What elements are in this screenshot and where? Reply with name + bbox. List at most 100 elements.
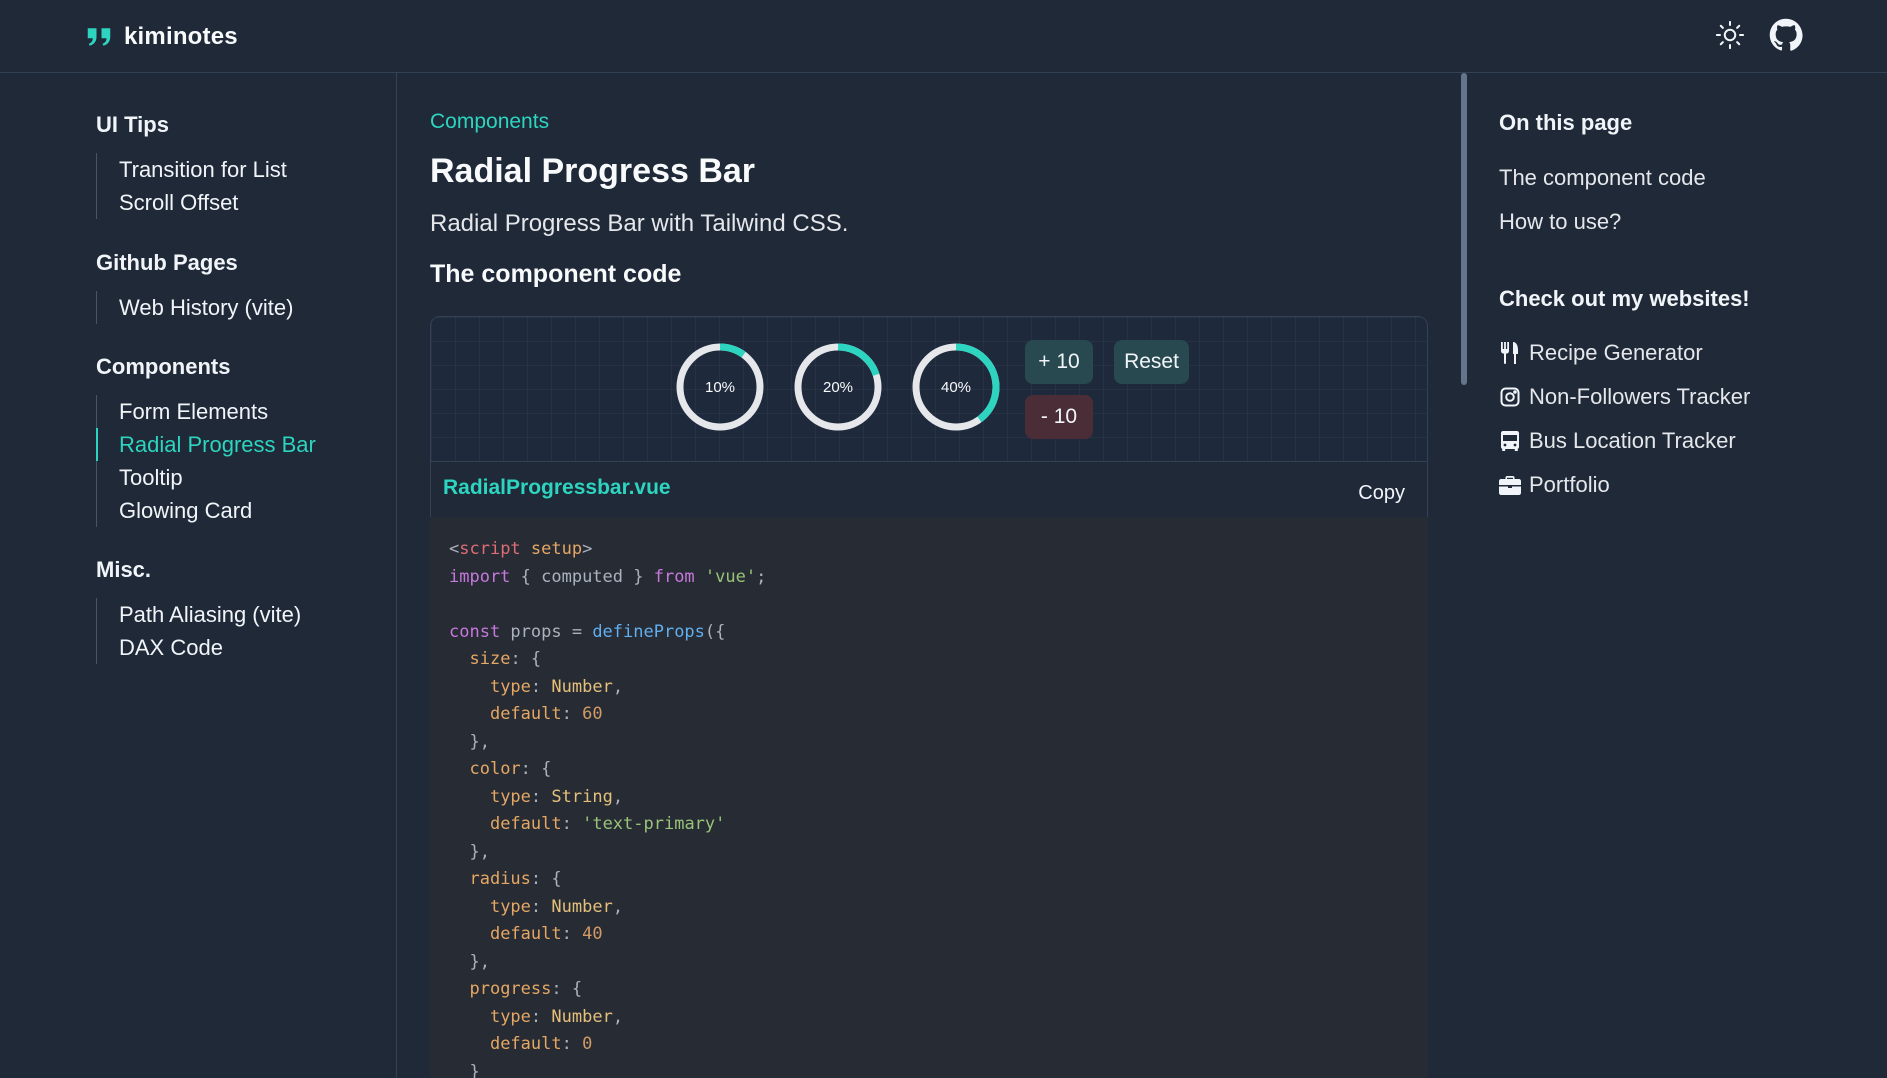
scrollbar-thumb[interactable] — [1461, 73, 1467, 385]
code-token: setup — [530, 539, 583, 559]
sidebar-group-misc: Misc. Path Aliasing (vite) DAX Code — [96, 554, 301, 664]
sidebar-item-glowing-card[interactable]: Glowing Card — [97, 494, 316, 527]
code-line: radius: { — [449, 866, 1409, 894]
code-line: progress: { — [449, 976, 1409, 1004]
github-link[interactable] — [1769, 18, 1803, 57]
code-token: const — [449, 621, 501, 642]
code-line: default: 60 — [449, 701, 1409, 729]
code-token: progress — [469, 979, 552, 999]
code-line: } — [449, 1059, 1409, 1078]
code-token: type — [489, 786, 531, 807]
sidebar-item-transition-for-list[interactable]: Transition for List — [97, 153, 287, 186]
sidebar-item-tooltip[interactable]: Tooltip — [97, 461, 316, 494]
bus-icon — [1499, 430, 1521, 452]
code-line: import { computed } from 'vue'; — [449, 564, 1409, 592]
code-line: default: 0 — [449, 1031, 1409, 1059]
code-token: : { — [530, 869, 562, 889]
code-token: : { — [510, 649, 542, 669]
ring-label: 10% — [704, 378, 736, 396]
code-file-header: RadialProgressbar.vue Copy — [430, 461, 1428, 517]
github-icon — [1769, 18, 1803, 57]
code-file-name: RadialProgressbar.vue — [443, 476, 671, 499]
copy-code-button[interactable]: Copy — [1358, 482, 1405, 505]
sidebar-item-path-aliasing[interactable]: Path Aliasing (vite) — [97, 598, 301, 631]
code-token: ; — [756, 566, 767, 587]
code-token: default — [489, 814, 562, 834]
code-token: , — [612, 1006, 624, 1027]
reset-progress-button[interactable]: Reset — [1114, 340, 1189, 384]
code-token: import — [449, 566, 511, 587]
radial-progress-ring: 10% — [675, 342, 765, 432]
sidebar-item-scroll-offset[interactable]: Scroll Offset — [97, 186, 287, 219]
code-token: : { — [520, 759, 552, 779]
code-token: : — [561, 924, 583, 944]
code-line: type: Number, — [449, 1004, 1409, 1032]
code-token: default — [489, 704, 562, 724]
code-line: type: String, — [449, 784, 1409, 812]
section-heading: The component code — [430, 260, 682, 288]
demo-preview: 10% 20% 40% + 10 Reset - 10 — [430, 316, 1428, 461]
code-token: Number — [551, 896, 613, 917]
code-token: < — [449, 539, 460, 559]
decrease-progress-button[interactable]: - 10 — [1025, 395, 1093, 439]
code-line: size: { — [449, 646, 1409, 674]
increase-progress-button[interactable]: + 10 — [1025, 340, 1093, 384]
site-link-non-followers-tracker[interactable]: Non-Followers Tracker — [1499, 384, 1750, 410]
code-block[interactable]: <script setup> import { computed } from '… — [430, 517, 1428, 1078]
code-token: Number — [551, 1006, 613, 1027]
breadcrumb[interactable]: Components — [430, 110, 549, 134]
code-token: , — [612, 786, 624, 807]
sidebar-item-form-elements[interactable]: Form Elements — [97, 395, 316, 428]
code-token: : — [530, 676, 552, 697]
sidebar-group-title: UI Tips — [96, 112, 169, 137]
code-token: 'vue' — [704, 566, 757, 587]
code-line: default: 'text-primary' — [449, 811, 1409, 839]
ring-label: 20% — [822, 378, 854, 396]
code-token: default — [489, 1034, 562, 1054]
code-token: ({ — [704, 621, 726, 642]
code-token: color — [469, 759, 521, 779]
code-token: from — [653, 566, 695, 587]
toc-link-component-code[interactable]: The component code — [1499, 165, 1706, 191]
sidebar-group-title: Misc. — [96, 557, 152, 582]
instagram-icon — [1499, 386, 1521, 408]
sidebar-item-dax-code[interactable]: DAX Code — [97, 631, 301, 664]
utensils-icon — [1499, 342, 1521, 364]
toc-link-how-to-use[interactable]: How to use? — [1499, 209, 1621, 235]
code-token: : — [561, 814, 583, 834]
code-token: : { — [551, 979, 583, 999]
site-link-portfolio[interactable]: Portfolio — [1499, 472, 1610, 498]
code-line: type: Number, — [449, 674, 1409, 702]
site-link-label: Non-Followers Tracker — [1529, 384, 1751, 409]
sidebar-group-components: Components Form Elements Radial Progress… — [96, 351, 316, 527]
websites-title: Check out my websites! — [1499, 286, 1750, 311]
code-token: }, — [449, 951, 490, 972]
brand-logo[interactable]: kiminotes — [84, 22, 238, 52]
code-line: }, — [449, 839, 1409, 867]
code-line: }, — [449, 949, 1409, 977]
code-token: 60 — [582, 704, 603, 724]
code-token: : — [561, 1034, 583, 1054]
code-token: script — [459, 539, 521, 559]
sidebar-item-web-history[interactable]: Web History (vite) — [97, 291, 293, 324]
site-link-bus-location-tracker[interactable]: Bus Location Tracker — [1499, 428, 1736, 454]
site-link-recipe-generator[interactable]: Recipe Generator — [1499, 340, 1703, 366]
theme-toggle-button[interactable] — [1713, 20, 1747, 54]
code-line: <script setup> — [449, 536, 1409, 564]
sidebar-item-radial-progress-bar[interactable]: Radial Progress Bar — [96, 428, 316, 461]
top-header: kiminotes — [0, 0, 1887, 73]
code-token: } — [449, 1061, 480, 1078]
code-token: }, — [449, 841, 490, 862]
code-token: , — [612, 896, 624, 917]
code-token: , — [612, 676, 624, 697]
